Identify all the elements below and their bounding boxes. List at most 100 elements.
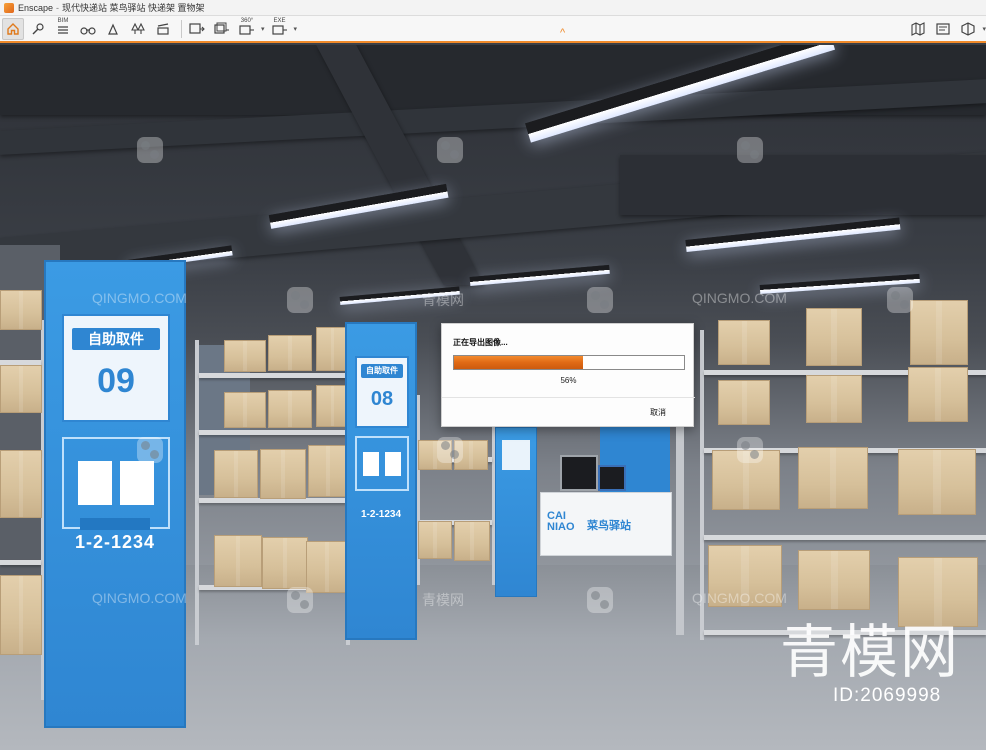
watermark-logo-icon	[287, 587, 313, 613]
batch-export-icon	[214, 22, 229, 34]
instruction-card	[78, 461, 112, 505]
trees-icon	[131, 22, 145, 34]
pickup-code: 1-2-1234	[360, 509, 402, 520]
progress-percentage: 56%	[560, 376, 577, 385]
panorama-label: 360°	[240, 17, 254, 24]
parcel-box	[806, 375, 862, 423]
export-progress-bar	[453, 355, 685, 370]
panel-header-card: 自助取件 08	[355, 356, 409, 428]
export-image-button[interactable]	[186, 18, 208, 40]
enscape-toolbar: BIM 360° ▾ EXE ▾ ▾	[0, 16, 986, 43]
panorama-export-button[interactable]: 360°	[236, 18, 258, 40]
material-editor-button[interactable]	[932, 18, 954, 40]
self-pickup-tag: 自助取件	[72, 328, 160, 350]
material-editor-icon	[936, 23, 951, 35]
pickup-panel-09: 自助取件 09 1-2-1234	[44, 260, 186, 728]
document-title: 现代快递站 菜鸟驿站 快递架 置物架	[62, 3, 205, 13]
dialog-divider	[442, 397, 695, 398]
video-editor-button[interactable]	[152, 18, 174, 40]
dialog-title: 正在导出图像...	[453, 338, 508, 347]
parcel-box	[214, 450, 258, 498]
export-progress-dialog: 正在导出图像... 56% 取消	[441, 323, 695, 427]
parcel-box	[260, 449, 306, 499]
exe-export-button[interactable]: EXE	[269, 18, 291, 40]
bim-label: BIM	[57, 17, 69, 24]
watermark-logo-icon	[437, 437, 463, 463]
capture-point-button[interactable]	[27, 18, 49, 40]
watermark-text: QINGMO.COM	[692, 590, 787, 606]
window-title-bar: Enscape - 现代快递站 菜鸟驿站 快递架 置物架	[0, 0, 986, 16]
brand-watermark: 青模网	[780, 618, 961, 686]
pickup-code: 1-2-1234	[74, 532, 156, 552]
watermark-text: QINGMO.COM	[692, 290, 787, 306]
ceiling-light	[685, 217, 901, 252]
settings-dropdown-chevron-icon[interactable]: ▾	[982, 25, 986, 33]
parcel-box	[308, 445, 348, 497]
map-button[interactable]	[907, 18, 929, 40]
exe-label: EXE	[273, 17, 286, 24]
counter-logo-latin: CAI NIAO	[547, 510, 575, 533]
toolbar-divider	[181, 19, 182, 38]
watermark-logo-icon	[587, 287, 613, 313]
parcel-box	[910, 300, 968, 365]
instruction-card	[120, 461, 154, 505]
far-pickup-panel	[495, 427, 537, 597]
exe-dropdown-chevron-icon[interactable]: ▾	[294, 25, 298, 33]
parcel-box	[0, 450, 42, 518]
parcel-box	[0, 575, 42, 655]
parcel-box	[268, 335, 312, 371]
assets-button[interactable]	[127, 18, 149, 40]
title-separator: -	[56, 2, 60, 13]
parcel-box	[806, 308, 862, 366]
bim-button[interactable]: BIM	[52, 18, 74, 40]
atmosphere-button[interactable]	[102, 18, 124, 40]
parcel-box	[316, 385, 348, 427]
enscape-logo-icon	[4, 2, 14, 13]
counter-monitor	[560, 455, 598, 491]
watermark-logo-icon	[737, 137, 763, 163]
parcel-box	[306, 541, 348, 593]
watermark-logo-icon	[737, 437, 763, 463]
pickup-code-legend-bar	[64, 558, 164, 564]
instruction-card	[363, 452, 379, 476]
model-id: ID:2069998	[833, 685, 942, 706]
shelf-number: 08	[370, 388, 394, 410]
parcel-box	[268, 390, 312, 428]
ceiling-beam	[620, 155, 986, 215]
batch-export-button[interactable]	[211, 18, 233, 40]
parcel-box	[0, 365, 42, 413]
panorama-export-icon	[239, 24, 254, 35]
parcel-box	[316, 327, 348, 371]
parcel-box	[0, 290, 42, 330]
map-icon	[911, 22, 926, 36]
bim-icon	[58, 25, 68, 34]
watermark-text: 青模网	[422, 592, 464, 608]
views-button[interactable]	[77, 18, 99, 40]
panorama-dropdown-chevron-icon[interactable]: ▾	[261, 25, 265, 33]
clapper-icon	[157, 22, 169, 35]
settings-button[interactable]	[957, 18, 979, 40]
cancel-button[interactable]: 取消	[650, 407, 666, 418]
watermark-logo-icon	[587, 587, 613, 613]
watermark-logo-icon	[137, 437, 163, 463]
app-name: Enscape	[18, 2, 54, 13]
parcel-box	[798, 447, 868, 509]
watermark-text: QINGMO.COM	[92, 590, 187, 606]
parcel-box	[718, 380, 770, 425]
sun-icon	[108, 23, 118, 35]
home-button[interactable]	[2, 17, 24, 40]
parcel-box	[214, 535, 262, 587]
watermark-logo-icon	[287, 287, 313, 313]
pickup-panel-08: 自助取件 08 1-2-1234	[345, 322, 417, 640]
watermark-logo-icon	[887, 287, 913, 313]
panel-mini-sign	[502, 440, 530, 470]
toolbar-right-group: ▾	[907, 18, 986, 40]
collapse-toolbar-chevron-icon[interactable]: ^	[560, 27, 565, 39]
parcel-box	[718, 320, 770, 365]
shelf-board	[199, 373, 346, 378]
pickup-code-label-bar	[80, 518, 150, 530]
watermark-text: QINGMO.COM	[92, 290, 187, 306]
exe-export-icon	[271, 24, 287, 35]
parcel-box	[418, 521, 452, 559]
parcel-box	[798, 550, 870, 610]
